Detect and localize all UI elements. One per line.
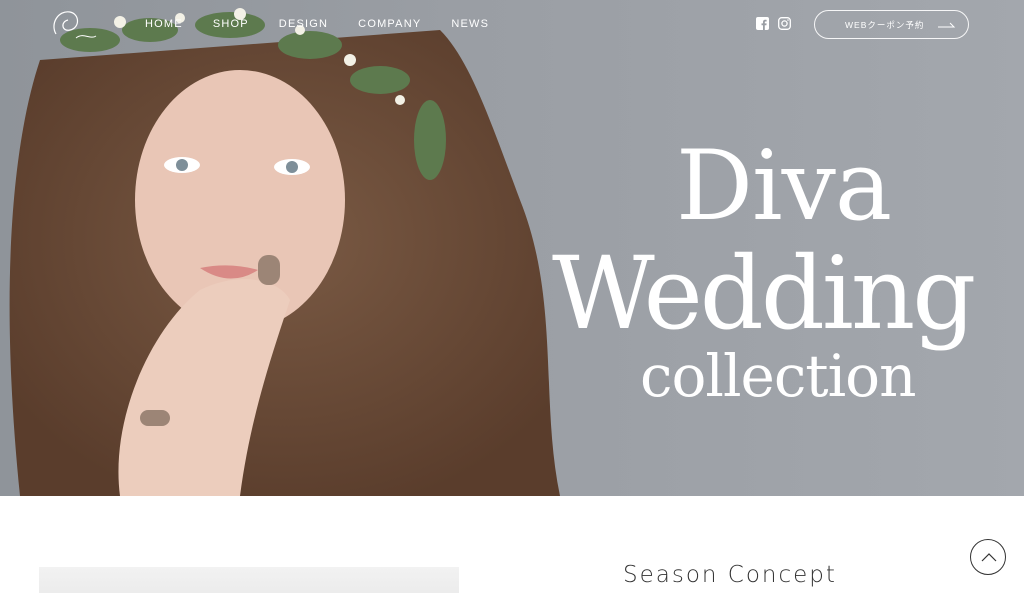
arrow-right-icon <box>938 22 956 28</box>
main-nav: HOME SHOP DESIGN COMPANY NEWS <box>145 18 519 30</box>
hero-title-line3: collection <box>640 342 916 410</box>
section-heading: Season Concept <box>623 562 837 588</box>
facebook-icon[interactable] <box>756 17 769 30</box>
instagram-icon[interactable] <box>778 17 791 30</box>
back-to-top-button[interactable] <box>970 539 1006 575</box>
nav-design[interactable]: DESIGN <box>279 18 328 30</box>
web-coupon-button[interactable]: WEBクーポン予約 <box>814 10 969 39</box>
nav-company[interactable]: COMPANY <box>358 18 421 30</box>
hero-title-line1: Diva <box>676 130 892 242</box>
season-concept-image <box>39 567 459 593</box>
nav-home[interactable]: HOME <box>145 18 183 30</box>
hero-photo-model <box>9 8 561 496</box>
brand-logo[interactable] <box>46 4 102 48</box>
nav-news[interactable]: NEWS <box>451 18 489 30</box>
social-links <box>756 17 791 30</box>
hero-title-line2: Wedding <box>552 235 976 352</box>
chevron-up-icon <box>981 553 997 562</box>
nav-shop[interactable]: SHOP <box>213 18 249 30</box>
hero-banner: HOME SHOP DESIGN COMPANY NEWS WEBクーポン予約 … <box>0 0 1024 496</box>
coupon-button-label: WEBクーポン予約 <box>845 19 925 30</box>
